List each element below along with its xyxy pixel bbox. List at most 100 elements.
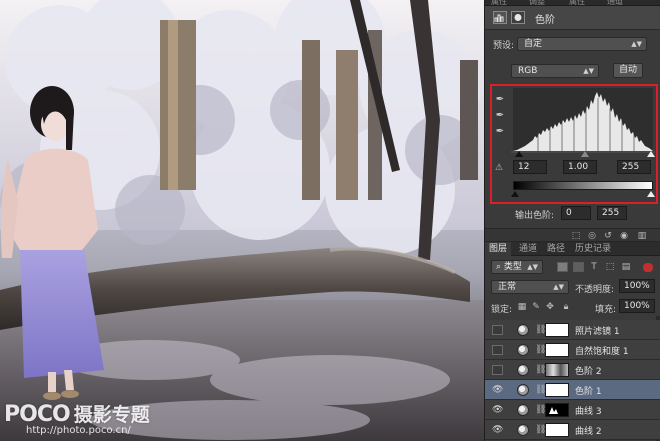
chain-link-icon[interactable]: ⛓: [535, 344, 546, 356]
filter-toggle-icon[interactable]: [643, 263, 653, 272]
output-sliders[interactable]: [511, 190, 655, 198]
output-white-slider[interactable]: [647, 191, 655, 197]
adjustment-layer-icon: [517, 324, 529, 336]
channel-value: RGB: [518, 66, 538, 76]
layer-row[interactable]: ⛓ 自然饱和度 1: [485, 340, 660, 360]
blend-mode-dropdown[interactable]: 正常 ▲▼: [491, 280, 569, 294]
chain-link-icon[interactable]: ⛓: [535, 424, 546, 436]
layer-row[interactable]: ⛓ 色阶 2: [485, 360, 660, 380]
watermark-brand-zh: 摄影专题: [73, 404, 150, 426]
lock-all-icon[interactable]: 🔒︎: [561, 302, 571, 312]
properties-layers-panel: 属性 调整 属性 通道 色阶 预设: 自定 ▲▼ RGB ▲▼ 自动 ✒ ✒ ✒: [484, 0, 660, 441]
black-eyedropper-icon[interactable]: ✒: [494, 94, 506, 106]
histogram-graph: [513, 92, 653, 151]
smart-object-filter-icon[interactable]: ▤: [621, 262, 631, 272]
layer-name[interactable]: 色阶 2: [575, 364, 602, 377]
layer-name[interactable]: 曲线 2: [575, 424, 602, 437]
chevron-down-icon: ▲▼: [631, 40, 642, 48]
layer-row[interactable]: 👁︎ ⛓ 曲线 3: [485, 400, 660, 420]
output-black-slider[interactable]: [511, 191, 519, 197]
eye-icon[interactable]: 👁︎: [492, 385, 503, 395]
layer-row[interactable]: 👁︎ ⛓ 曲线 2: [485, 420, 660, 440]
image-canvas[interactable]: POCO 摄影专题 http://photo.poco.cn/: [0, 0, 484, 441]
tab-paths[interactable]: 路径: [543, 242, 569, 256]
layer-name[interactable]: 照片滤镜 1: [575, 324, 620, 337]
auto-button[interactable]: 自动: [613, 63, 643, 78]
output-black-field[interactable]: 0: [561, 206, 591, 220]
input-black-field[interactable]: 12: [513, 160, 547, 174]
chain-link-icon[interactable]: ⛓: [535, 364, 546, 376]
layer-row[interactable]: ⛓ 照片滤镜 1: [485, 320, 660, 340]
lock-image-icon[interactable]: ✎: [531, 302, 541, 312]
levels-icon[interactable]: [493, 11, 507, 24]
chain-link-icon[interactable]: ⛓: [535, 384, 546, 396]
layer-name[interactable]: 色阶 1: [575, 384, 602, 397]
fill-field[interactable]: 100%: [619, 299, 655, 313]
channel-dropdown[interactable]: RGB ▲▼: [511, 64, 599, 78]
layer-filter-dropdown[interactable]: ⌕ 类型 ▲▼: [491, 260, 543, 274]
lock-position-icon[interactable]: ✥: [545, 302, 555, 312]
visibility-toggle[interactable]: [492, 365, 503, 375]
fill-label: 填充:: [595, 305, 617, 315]
lock-transparent-icon[interactable]: ▦: [517, 302, 527, 312]
visibility-icon[interactable]: ◉: [619, 231, 629, 241]
layer-filter-value: 类型: [503, 262, 522, 272]
opacity-value: 100%: [624, 281, 650, 291]
blend-mode-value: 正常: [498, 282, 517, 292]
tab-history[interactable]: 历史记录: [571, 242, 615, 256]
properties-footer-toolbar: ⬚ ◎ ↺ ◉ ▥: [485, 228, 660, 242]
layer-name[interactable]: 自然饱和度 1: [575, 344, 629, 357]
fill-value: 100%: [624, 301, 650, 311]
preset-label: 预设:: [493, 41, 515, 51]
mask-icon[interactable]: [511, 11, 525, 24]
properties-title: 色阶: [535, 15, 555, 26]
eye-icon[interactable]: 👁︎: [492, 425, 503, 435]
type-filter-icon[interactable]: T: [589, 262, 599, 272]
layer-mask-thumbnail[interactable]: [545, 383, 569, 397]
search-icon: ⌕: [496, 262, 504, 272]
layer-name[interactable]: 曲线 3: [575, 404, 602, 417]
eye-icon[interactable]: 👁︎: [492, 405, 503, 415]
white-eyedropper-icon[interactable]: ✒: [494, 126, 506, 138]
chevron-down-icon: ▲▼: [527, 263, 538, 271]
layer-row-selected[interactable]: 👁︎ ⛓ 色阶 1: [485, 380, 660, 400]
gray-eyedropper-icon[interactable]: ✒: [494, 110, 506, 122]
trash-icon[interactable]: ▥: [637, 231, 647, 241]
opacity-field[interactable]: 100%: [619, 279, 655, 293]
forest-photo: [0, 0, 484, 441]
reset-icon[interactable]: ↺: [603, 231, 613, 241]
output-white-field[interactable]: 255: [597, 206, 627, 220]
chain-link-icon[interactable]: ⛓: [535, 404, 546, 416]
adjustment-layer-icon: [517, 364, 529, 376]
view-previous-icon[interactable]: ◎: [587, 231, 597, 241]
tab-layers[interactable]: 图层: [485, 242, 512, 256]
chain-link-icon[interactable]: ⛓: [535, 324, 546, 336]
layer-mask-thumbnail[interactable]: [545, 323, 569, 337]
watermark-brand-text: POCO: [4, 402, 71, 427]
input-gamma-field[interactable]: 1.00: [563, 160, 597, 174]
clip-to-layer-icon[interactable]: ⬚: [571, 231, 581, 241]
adjustment-filter-icon[interactable]: [573, 262, 584, 272]
visibility-toggle[interactable]: [492, 325, 503, 335]
layers-panel-tabs: 图层 通道 路径 历史记录: [485, 242, 660, 256]
preset-dropdown[interactable]: 自定 ▲▼: [517, 37, 647, 51]
lock-label: 锁定:: [491, 305, 513, 315]
visibility-toggle[interactable]: [492, 345, 503, 355]
output-levels-label: 输出色阶:: [515, 211, 555, 221]
chevron-down-icon: ▲▼: [553, 283, 564, 291]
layer-mask-thumbnail[interactable]: [545, 403, 569, 417]
layer-mask-thumbnail[interactable]: [545, 363, 569, 377]
input-white-field[interactable]: 255: [617, 160, 651, 174]
pixel-filter-icon[interactable]: [557, 262, 568, 272]
shape-filter-icon[interactable]: ⬚: [605, 262, 615, 272]
clip-warning-icon[interactable]: ⚠: [494, 163, 504, 173]
layer-mask-thumbnail[interactable]: [545, 423, 569, 437]
adjustment-layer-icon: [517, 344, 529, 356]
preset-value: 自定: [524, 39, 543, 49]
tab-channels[interactable]: 通道: [515, 242, 541, 256]
layer-mask-thumbnail[interactable]: [545, 343, 569, 357]
adjustment-layer-icon: [517, 404, 529, 416]
opacity-label: 不透明度:: [575, 285, 615, 295]
input-sliders[interactable]: [511, 150, 655, 158]
watermark-url: http://photo.poco.cn/: [26, 425, 131, 436]
